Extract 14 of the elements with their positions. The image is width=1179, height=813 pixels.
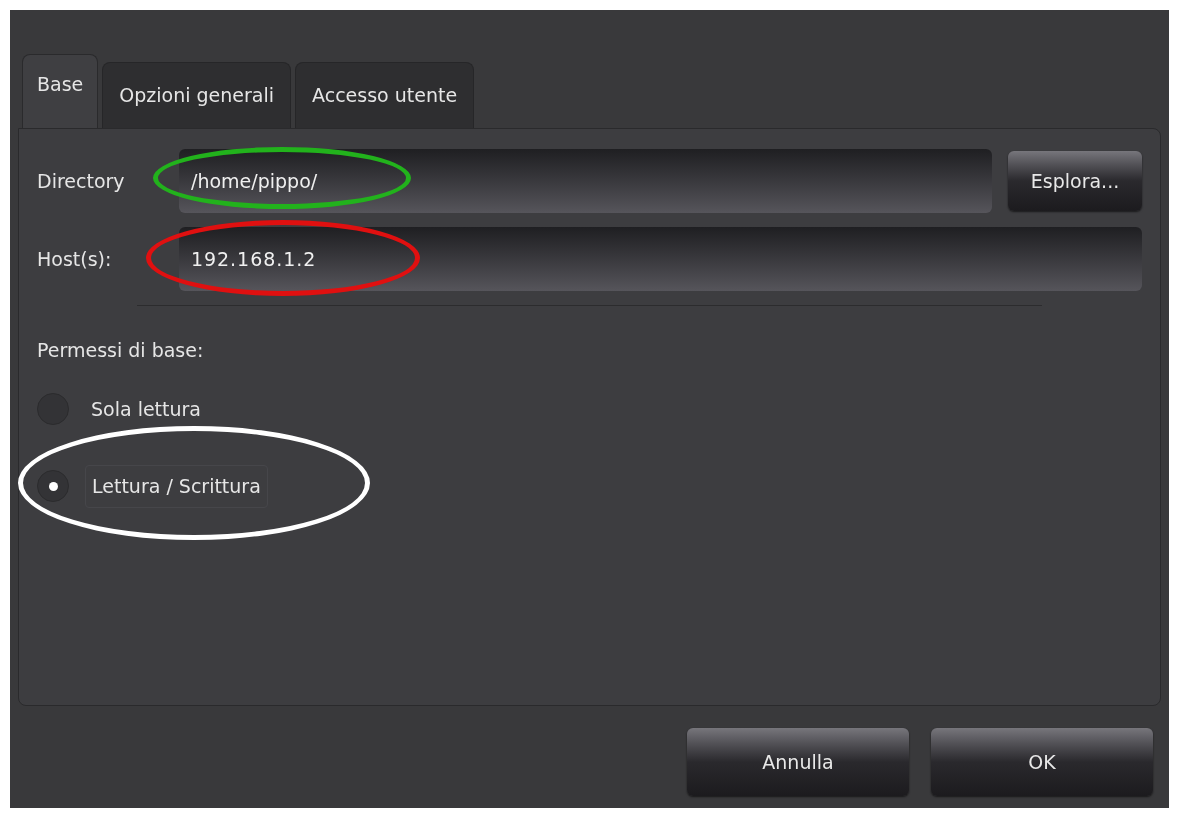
radio-label[interactable]: Lettura / Scrittura <box>85 465 268 508</box>
section-label: Permessi di base: <box>37 338 205 363</box>
field-label: Host(s): <box>37 246 113 272</box>
tab[interactable]: Accesso utente <box>295 62 475 128</box>
browse-button[interactable]: Esplora... <box>1008 151 1142 211</box>
field-label: Directory <box>37 168 126 194</box>
dialog-button[interactable]: Annulla <box>687 728 909 796</box>
directory-field[interactable]: /home/pippo/ <box>179 149 992 213</box>
tab[interactable]: Opzioni generali <box>102 62 292 128</box>
hosts-field[interactable]: 192.168.1.2 <box>179 227 1142 291</box>
dialog-button[interactable]: OK <box>931 728 1153 796</box>
radio-button[interactable] <box>37 470 69 503</box>
radio-label[interactable]: Sola lettura <box>85 388 207 429</box>
tab[interactable]: Base <box>22 54 99 128</box>
